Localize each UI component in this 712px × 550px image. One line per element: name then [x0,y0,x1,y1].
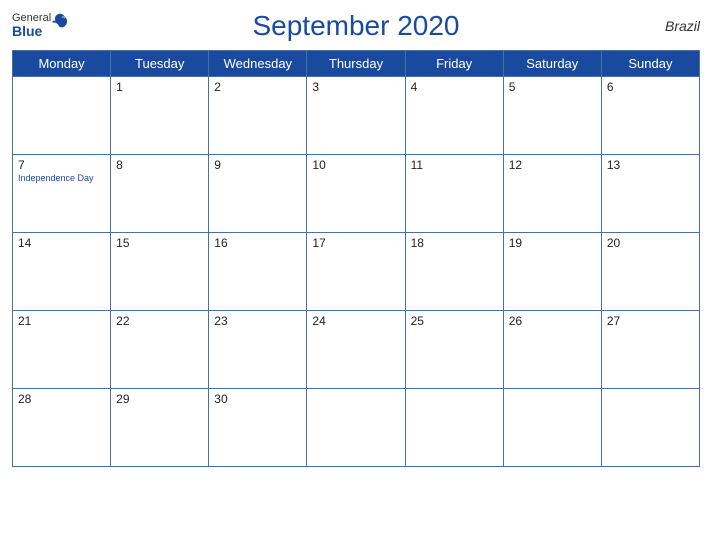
cell-week2-day2: 8 [111,155,209,233]
cell-week1-day7: 6 [601,77,699,155]
calendar-container: General Blue September 2020 Brazil Monda… [0,0,712,550]
day-header-monday: Monday [13,51,111,77]
cell-week5-day2: 29 [111,389,209,467]
date-number: 17 [312,236,399,250]
day-header-sunday: Sunday [601,51,699,77]
cell-week3-day5: 18 [405,233,503,311]
cell-week4-day7: 27 [601,311,699,389]
day-header-tuesday: Tuesday [111,51,209,77]
day-header-friday: Friday [405,51,503,77]
logo-blue-text: Blue [12,24,51,39]
date-number: 30 [214,392,301,406]
cell-week3-day3: 16 [209,233,307,311]
holiday-label: Independence Day [18,173,105,183]
cell-week3-day6: 19 [503,233,601,311]
cell-week5-day4 [307,389,405,467]
calendar-title: September 2020 [252,10,459,42]
country-label: Brazil [665,18,700,34]
cell-week4-day5: 25 [405,311,503,389]
date-number: 11 [411,158,498,172]
date-number: 19 [509,236,596,250]
cell-week2-day1: 7Independence Day [13,155,111,233]
calendar-table: Monday Tuesday Wednesday Thursday Friday… [12,50,700,467]
cell-week1-day3: 2 [209,77,307,155]
cell-week4-day6: 26 [503,311,601,389]
calendar-header: General Blue September 2020 Brazil [12,10,700,42]
cell-week4-day3: 23 [209,311,307,389]
cell-week1-day6: 5 [503,77,601,155]
week-row-5: 28 29 30 [13,389,700,467]
date-number: 4 [411,80,498,94]
date-number: 15 [116,236,203,250]
day-header-wednesday: Wednesday [209,51,307,77]
date-number: 18 [411,236,498,250]
date-number: 13 [607,158,694,172]
date-number: 3 [312,80,399,94]
date-number: 28 [18,392,105,406]
cell-week3-day4: 17 [307,233,405,311]
date-number: 22 [116,314,203,328]
cell-week5-day7 [601,389,699,467]
day-header-saturday: Saturday [503,51,601,77]
date-number: 23 [214,314,301,328]
cell-week4-day1: 21 [13,311,111,389]
cell-week4-day4: 24 [307,311,405,389]
date-number: 16 [214,236,301,250]
date-number: 10 [312,158,399,172]
date-number: 24 [312,314,399,328]
cell-week5-day1: 28 [13,389,111,467]
date-number: 12 [509,158,596,172]
days-of-week-row: Monday Tuesday Wednesday Thursday Friday… [13,51,700,77]
date-number: 1 [116,80,203,94]
logo-bird-icon [51,12,69,30]
date-number: 2 [214,80,301,94]
cell-week5-day6 [503,389,601,467]
cell-week2-day6: 12 [503,155,601,233]
date-number: 6 [607,80,694,94]
cell-week1-day2: 1 [111,77,209,155]
calendar-body: 1234567Independence Day89101112131415161… [13,77,700,467]
day-header-thursday: Thursday [307,51,405,77]
date-number: 9 [214,158,301,172]
date-number: 25 [411,314,498,328]
week-row-4: 21 22 23 24 25 26 27 [13,311,700,389]
week-row-2: 7Independence Day 89 10 11 12 13 [13,155,700,233]
cell-week3-day1: 14 [13,233,111,311]
date-number: 8 [116,158,203,172]
cell-week5-day5 [405,389,503,467]
cell-week1-day4: 3 [307,77,405,155]
date-number: 5 [509,80,596,94]
cell-week3-day2: 15 [111,233,209,311]
week-row-1: 123456 [13,77,700,155]
cell-week5-day3: 30 [209,389,307,467]
date-number: 26 [509,314,596,328]
date-number: 29 [116,392,203,406]
date-number: 27 [607,314,694,328]
cell-week2-day3: 9 [209,155,307,233]
cell-week2-day5: 11 [405,155,503,233]
date-number: 7 [18,158,105,172]
date-number: 20 [607,236,694,250]
cell-week1-day1 [13,77,111,155]
date-number: 14 [18,236,105,250]
date-number: 21 [18,314,105,328]
cell-week3-day7: 20 [601,233,699,311]
cell-week2-day7: 13 [601,155,699,233]
week-row-3: 14 15 16 17 18 19 20 [13,233,700,311]
cell-week1-day5: 4 [405,77,503,155]
cell-week2-day4: 10 [307,155,405,233]
cell-week4-day2: 22 [111,311,209,389]
logo: General Blue [12,12,51,39]
